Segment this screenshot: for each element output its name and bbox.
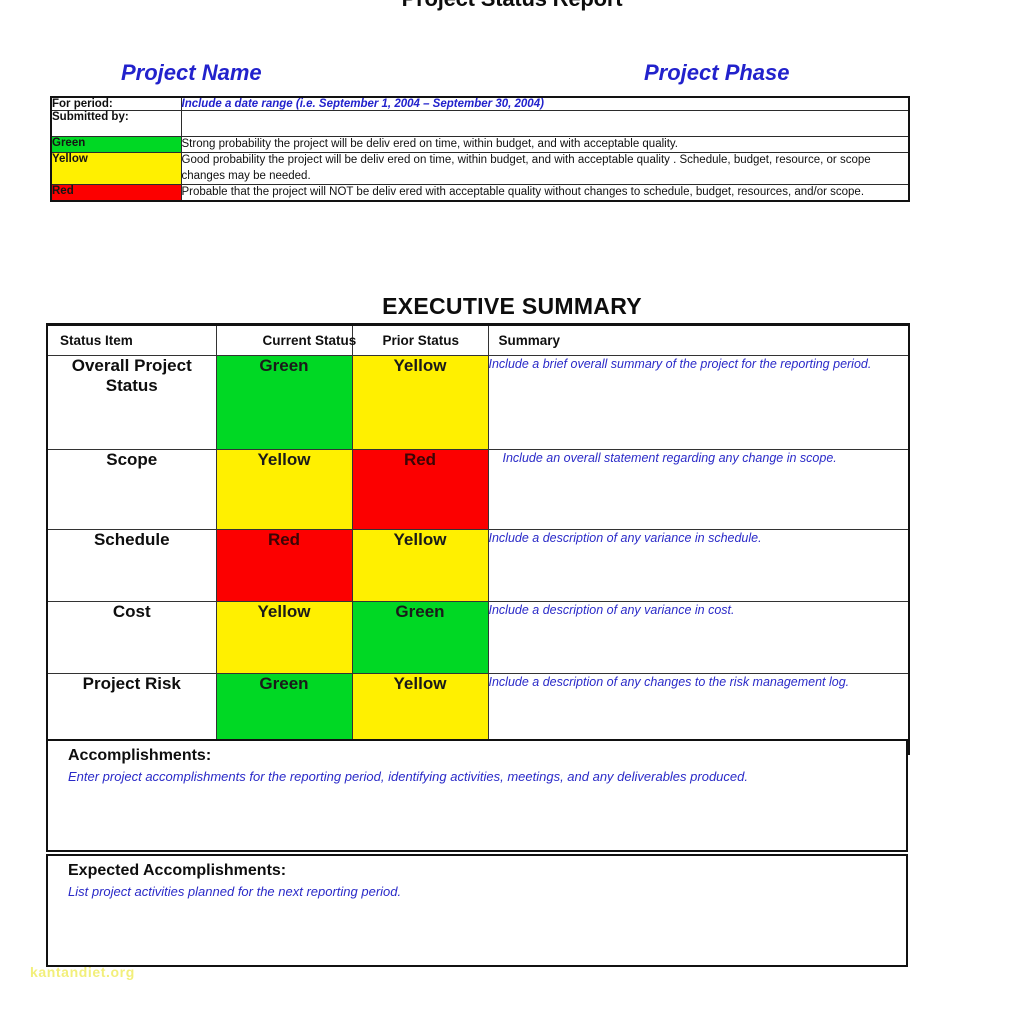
- executive-summary-title: EXECUTIVE SUMMARY: [382, 293, 642, 319]
- legend-chip-green: Green: [50, 135, 182, 154]
- prior-status-cell[interactable]: Green: [351, 601, 489, 674]
- for-period-value[interactable]: Include a date range (i.e. September 1, …: [180, 96, 910, 111]
- current-status-cell[interactable]: Yellow: [215, 601, 353, 674]
- status-item-label-line2: Status: [105, 376, 158, 396]
- status-item-cost: Cost: [46, 601, 217, 674]
- for-period-label: For period:: [50, 96, 182, 111]
- legend-description-yellow: Good probability the project will be del…: [180, 152, 910, 185]
- table-row: Overall Project Status Green Yellow Incl…: [46, 355, 910, 450]
- column-header-current-status: Current Status: [215, 324, 356, 356]
- project-status-report-page: Project Status Report Project Name Proje…: [0, 0, 1024, 1024]
- page-title: Project Status Report: [0, 0, 1024, 12]
- table-row: Cost Yellow Green Include a description …: [46, 601, 910, 674]
- table-row: Submitted by:: [50, 110, 910, 137]
- table-row: Yellow Good probability the project will…: [50, 152, 910, 185]
- table-row: Red Probable that the project will NOT b…: [50, 183, 910, 202]
- submitted-by-value[interactable]: [180, 110, 910, 137]
- accomplishments-title: Accomplishments:: [68, 747, 212, 764]
- summary-cell[interactable]: Include a description of any variance in…: [487, 601, 910, 674]
- legend-description-red: Probable that the project will NOT be de…: [180, 183, 910, 202]
- legend-chip-red: Red: [50, 183, 182, 202]
- site-watermark: kantandiet.org: [30, 964, 135, 980]
- expected-accomplishments-body[interactable]: List project activities planned for the …: [48, 880, 906, 901]
- status-item-schedule: Schedule: [46, 529, 217, 602]
- legend-description-green: Strong probability the project will be d…: [180, 135, 910, 154]
- status-item-scope: Scope: [46, 449, 217, 530]
- column-header-prior-status: Prior Status: [351, 324, 489, 356]
- status-item-label-line1: Overall Project: [71, 356, 192, 375]
- table-header-row: Status Item Current Status Prior Status …: [46, 324, 910, 356]
- column-header-status-item: Status Item: [46, 324, 217, 356]
- legend-chip-yellow: Yellow: [50, 152, 182, 185]
- prior-status-cell[interactable]: Red: [351, 449, 489, 530]
- submitted-by-label: Submitted by:: [50, 110, 182, 137]
- table-row: Scope Yellow Red Include an overall stat…: [46, 449, 910, 530]
- accomplishments-body[interactable]: Enter project accomplishments for the re…: [48, 765, 906, 786]
- project-name-heading: Project Name: [121, 60, 262, 85]
- summary-cell[interactable]: Include an overall statement regarding a…: [487, 449, 910, 530]
- column-header-summary: Summary: [487, 324, 910, 356]
- table-row: Green Strong probability the project wil…: [50, 135, 910, 154]
- current-status-cell[interactable]: Yellow: [215, 449, 353, 530]
- current-status-cell[interactable]: Red: [215, 529, 353, 602]
- table-row: For period: Include a date range (i.e. S…: [50, 96, 910, 111]
- status-item-overall-project-status: Overall Project Status: [46, 355, 217, 450]
- prior-status-cell[interactable]: Yellow: [351, 529, 489, 602]
- expected-accomplishments-section[interactable]: Expected Accomplishments: List project a…: [46, 854, 908, 967]
- current-status-cell[interactable]: Green: [215, 355, 353, 450]
- report-header-table: For period: Include a date range (i.e. S…: [50, 96, 910, 203]
- expected-accomplishments-title: Expected Accomplishments:: [68, 862, 287, 879]
- table-row: Schedule Red Yellow Include a descriptio…: [46, 529, 910, 602]
- prior-status-cell[interactable]: Yellow: [351, 355, 489, 450]
- project-phase-heading: Project Phase: [644, 60, 790, 85]
- summary-cell[interactable]: Include a description of any variance in…: [487, 529, 910, 602]
- accomplishments-section[interactable]: Accomplishments: Enter project accomplis…: [46, 739, 908, 852]
- summary-cell[interactable]: Include a brief overall summary of the p…: [487, 355, 910, 450]
- executive-summary-table: Status Item Current Status Prior Status …: [46, 323, 910, 755]
